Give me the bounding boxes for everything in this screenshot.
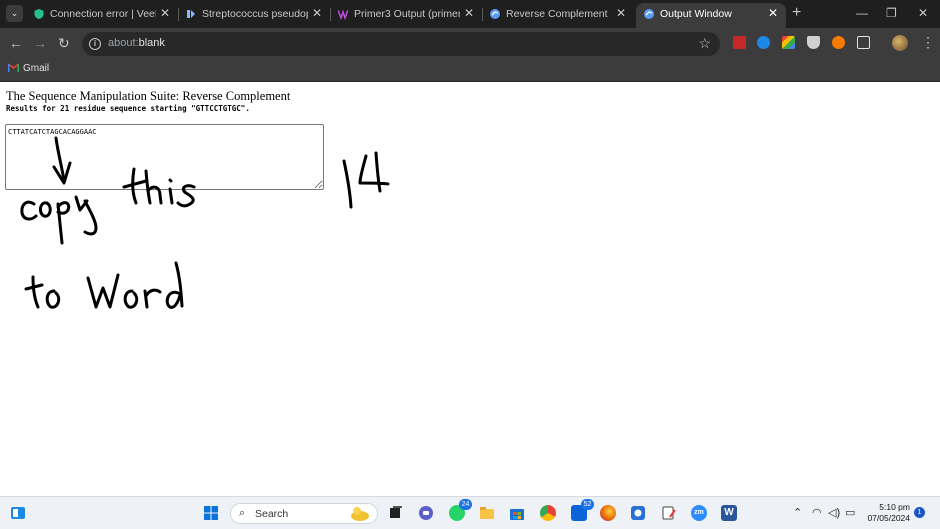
extension-red-icon[interactable] (733, 36, 746, 49)
tab-title: Connection error | VeePN (50, 8, 156, 20)
battery-icon[interactable]: ▭ (845, 506, 855, 519)
tab-reverse-complement[interactable]: Reverse Complement ✕ (482, 3, 634, 26)
forward-button[interactable]: → (33, 35, 47, 51)
word-icon[interactable]: W (721, 505, 737, 521)
windows-start-icon[interactable] (203, 505, 219, 521)
globe-icon (490, 9, 500, 19)
restore-button[interactable]: ❐ (886, 6, 897, 20)
snipping-tool-icon[interactable] (661, 505, 677, 521)
whatsapp-icon[interactable]: 24 (449, 499, 472, 521)
close-icon[interactable]: ✕ (310, 6, 324, 20)
minimize-button[interactable]: — (856, 6, 868, 20)
tab-title: Output Window (660, 8, 732, 20)
zoom-icon[interactable]: zm (691, 505, 707, 521)
tab-title: Streptococcus pseudopneum (202, 8, 308, 20)
bookmark-icon (187, 10, 195, 18)
bookmarks-bar: Gmail (0, 60, 940, 82)
microsoft-store-icon[interactable] (509, 505, 525, 521)
cookie-extension-icon[interactable] (832, 36, 845, 49)
tab-streptococcus[interactable]: Streptococcus pseudopneum ✕ (178, 3, 331, 26)
notification-badge[interactable]: 1 (914, 507, 925, 518)
windows-taskbar: ⌕ Search 24 52 zm W ⌃ ◠ ◁) ▭ 5:10 pm 07/… (0, 496, 940, 529)
globe-icon (644, 9, 654, 19)
chrome-icon[interactable] (540, 505, 556, 521)
url-text[interactable]: about:blank (108, 37, 165, 49)
tab-strip: ⌄ Connection error | VeePN ✕ Streptococc… (0, 0, 940, 28)
search-highlight-icon (351, 507, 369, 521)
chat-icon[interactable] (418, 505, 434, 521)
new-tab-button[interactable]: + (792, 5, 801, 21)
taskbar-search[interactable]: ⌕ Search (230, 503, 378, 524)
info-icon[interactable]: i (89, 38, 101, 50)
window-close-button[interactable]: ✕ (918, 6, 928, 20)
shield-icon (34, 9, 44, 19)
page-content: The Sequence Manipulation Suite: Reverse… (0, 83, 940, 496)
profile-avatar[interactable] (892, 35, 908, 51)
reload-button[interactable]: ↻ (58, 35, 70, 51)
task-view-icon[interactable] (388, 505, 404, 521)
file-explorer-icon[interactable] (479, 505, 495, 521)
close-icon[interactable]: ✕ (158, 6, 172, 20)
volume-icon[interactable]: ◁) (828, 506, 840, 519)
back-button[interactable]: ← (9, 35, 23, 51)
close-icon[interactable]: ✕ (766, 6, 780, 20)
extensions-puzzle-icon[interactable] (857, 36, 870, 49)
gmail-icon (8, 63, 19, 72)
more-menu-icon[interactable]: ⋮ (921, 34, 935, 51)
tab-search-button[interactable]: ⌄ (6, 5, 23, 22)
extension-multicolor-icon[interactable] (782, 36, 795, 49)
tab-output-window[interactable]: Output Window ✕ (636, 3, 786, 28)
close-icon[interactable]: ✕ (614, 6, 628, 20)
browser-toolbar: ← → ↻ i about:blank ☆ ⋮ (0, 28, 940, 60)
extension-blue-icon[interactable] (757, 36, 770, 49)
tab-veepn[interactable]: Connection error | VeePN ✕ (26, 3, 179, 26)
wifi-icon[interactable]: ◠ (812, 506, 822, 519)
tab-title: Primer3 Output (primer3_re (354, 8, 460, 20)
address-bar[interactable]: i about:blank ☆ (82, 32, 720, 56)
tab-title: Reverse Complement (506, 8, 608, 20)
handwriting-annotation (20, 136, 390, 309)
primer3-icon (337, 9, 349, 20)
outlook-icon[interactable]: 52 (571, 499, 594, 521)
chevron-up-icon[interactable]: ⌃ (793, 506, 802, 519)
bookmark-star-icon[interactable]: ☆ (698, 35, 711, 52)
system-clock[interactable]: 5:10 pm 07/05/2024 (862, 502, 910, 524)
camera-app-icon[interactable] (630, 505, 646, 521)
widgets-icon[interactable] (10, 505, 26, 521)
search-icon: ⌕ (239, 507, 246, 519)
close-icon[interactable]: ✕ (462, 6, 476, 20)
tab-primer3[interactable]: Primer3 Output (primer3_re ✕ (330, 3, 483, 26)
bookmark-gmail[interactable]: Gmail (8, 63, 49, 74)
firefox-icon[interactable] (600, 505, 616, 521)
shield-extension-icon[interactable] (807, 36, 820, 49)
